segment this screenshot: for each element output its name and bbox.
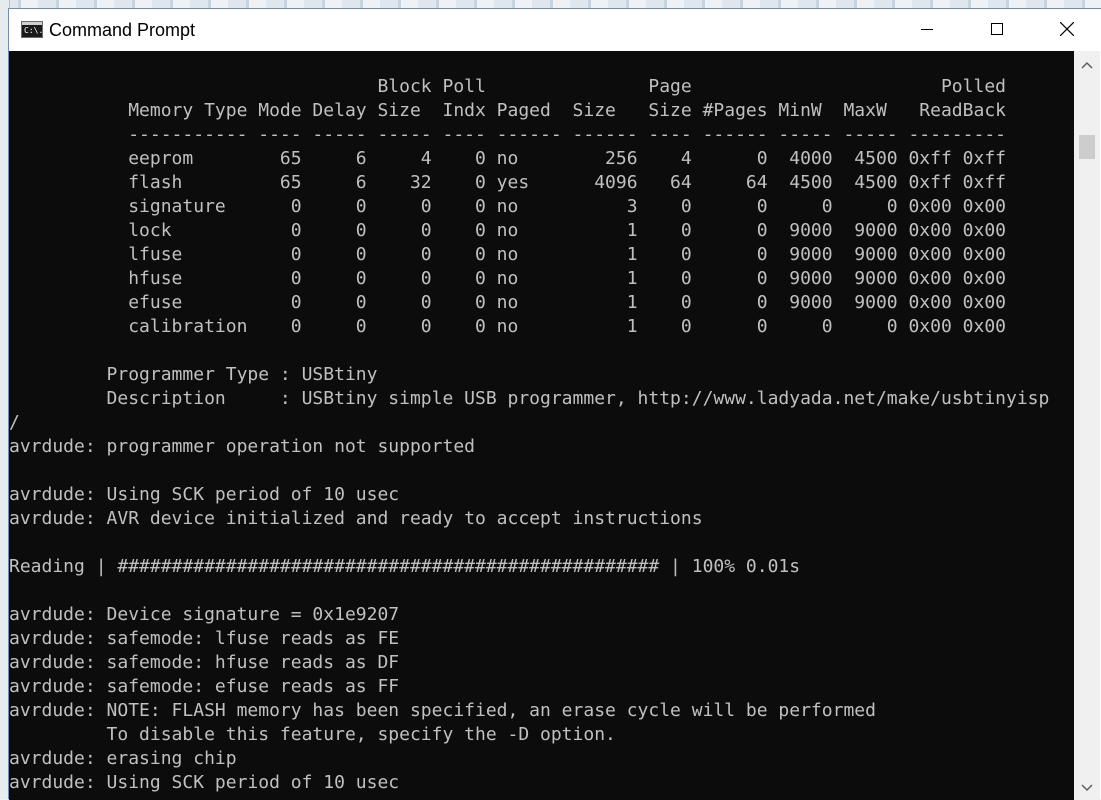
console-line: avrdude: AVR device initialized and read… bbox=[9, 508, 703, 529]
close-button[interactable] bbox=[1032, 9, 1101, 49]
console-line: avrdude: safemode: efuse reads as FF bbox=[9, 676, 400, 697]
vertical-scrollbar[interactable] bbox=[1074, 51, 1100, 800]
console-line: eeprom 65 6 4 0 no 256 4 0 4000 4500 0xf… bbox=[9, 148, 1006, 169]
window-title: Command Prompt bbox=[49, 20, 196, 40]
console-line: avrdude: Using SCK period of 10 usec bbox=[9, 772, 400, 793]
console-line: lfuse 0 0 0 0 no 1 0 0 9000 9000 0x00 0x… bbox=[9, 244, 1006, 265]
console-line: avrdude: Device signature = 0x1e9207 bbox=[9, 604, 400, 625]
console-line: ----------- ---- ----- ----- ---- ------… bbox=[9, 124, 1006, 145]
console-line: Programmer Type : USBtiny bbox=[9, 364, 378, 385]
console-line: hfuse 0 0 0 0 no 1 0 0 9000 9000 0x00 0x… bbox=[9, 268, 1006, 289]
console-line: avrdude: erasing chip bbox=[9, 748, 237, 769]
console-line: Block Poll Page Polled bbox=[9, 76, 1006, 97]
close-icon bbox=[1060, 22, 1074, 36]
minimize-icon bbox=[921, 28, 933, 30]
command-prompt-icon[interactable]: C:\. bbox=[21, 21, 43, 38]
maximize-button[interactable] bbox=[962, 9, 1032, 49]
console-line: avrdude: programmer operation not suppor… bbox=[9, 436, 475, 457]
console-text: Block Poll Page Polled Memory Type Mode … bbox=[9, 75, 1049, 795]
maximize-icon bbox=[991, 23, 1003, 35]
scroll-up-arrow-icon[interactable] bbox=[1074, 53, 1100, 77]
console-line: avrdude: safemode: lfuse reads as FE bbox=[9, 628, 400, 649]
console-line: calibration 0 0 0 0 no 1 0 0 0 0 0x00 0x… bbox=[9, 316, 1006, 337]
console-line: lock 0 0 0 0 no 1 0 0 9000 9000 0x00 0x0… bbox=[9, 220, 1006, 241]
command-prompt-window[interactable]: C:\. Command Prompt Block Poll Page Poll… bbox=[8, 8, 1101, 800]
console-output-area[interactable]: Block Poll Page Polled Memory Type Mode … bbox=[9, 51, 1074, 800]
console-line: flash 65 6 32 0 yes 4096 64 64 4500 4500… bbox=[9, 172, 1006, 193]
console-line: Description : USBtiny simple USB program… bbox=[9, 388, 1050, 409]
console-line: To disable this feature, specify the -D … bbox=[9, 724, 616, 745]
console-line: avrdude: Using SCK period of 10 usec bbox=[9, 484, 400, 505]
minimize-button[interactable] bbox=[892, 9, 962, 49]
scroll-down-arrow-icon[interactable] bbox=[1074, 776, 1100, 800]
app-icon-text: C:\. bbox=[24, 26, 44, 35]
console-line: Reading | ##############################… bbox=[9, 556, 801, 577]
scrollbar-thumb[interactable] bbox=[1079, 135, 1095, 159]
console-line: signature 0 0 0 0 no 3 0 0 0 0 0x00 0x00 bbox=[9, 196, 1006, 217]
console-line: avrdude: NOTE: FLASH memory has been spe… bbox=[9, 700, 876, 721]
console-line: / bbox=[9, 412, 20, 433]
console-line: efuse 0 0 0 0 no 1 0 0 9000 9000 0x00 0x… bbox=[9, 292, 1006, 313]
console-line: Memory Type Mode Delay Size Indx Paged S… bbox=[9, 100, 1006, 121]
title-bar[interactable]: C:\. Command Prompt bbox=[9, 9, 1101, 51]
console-line: avrdude: safemode: hfuse reads as DF bbox=[9, 652, 400, 673]
